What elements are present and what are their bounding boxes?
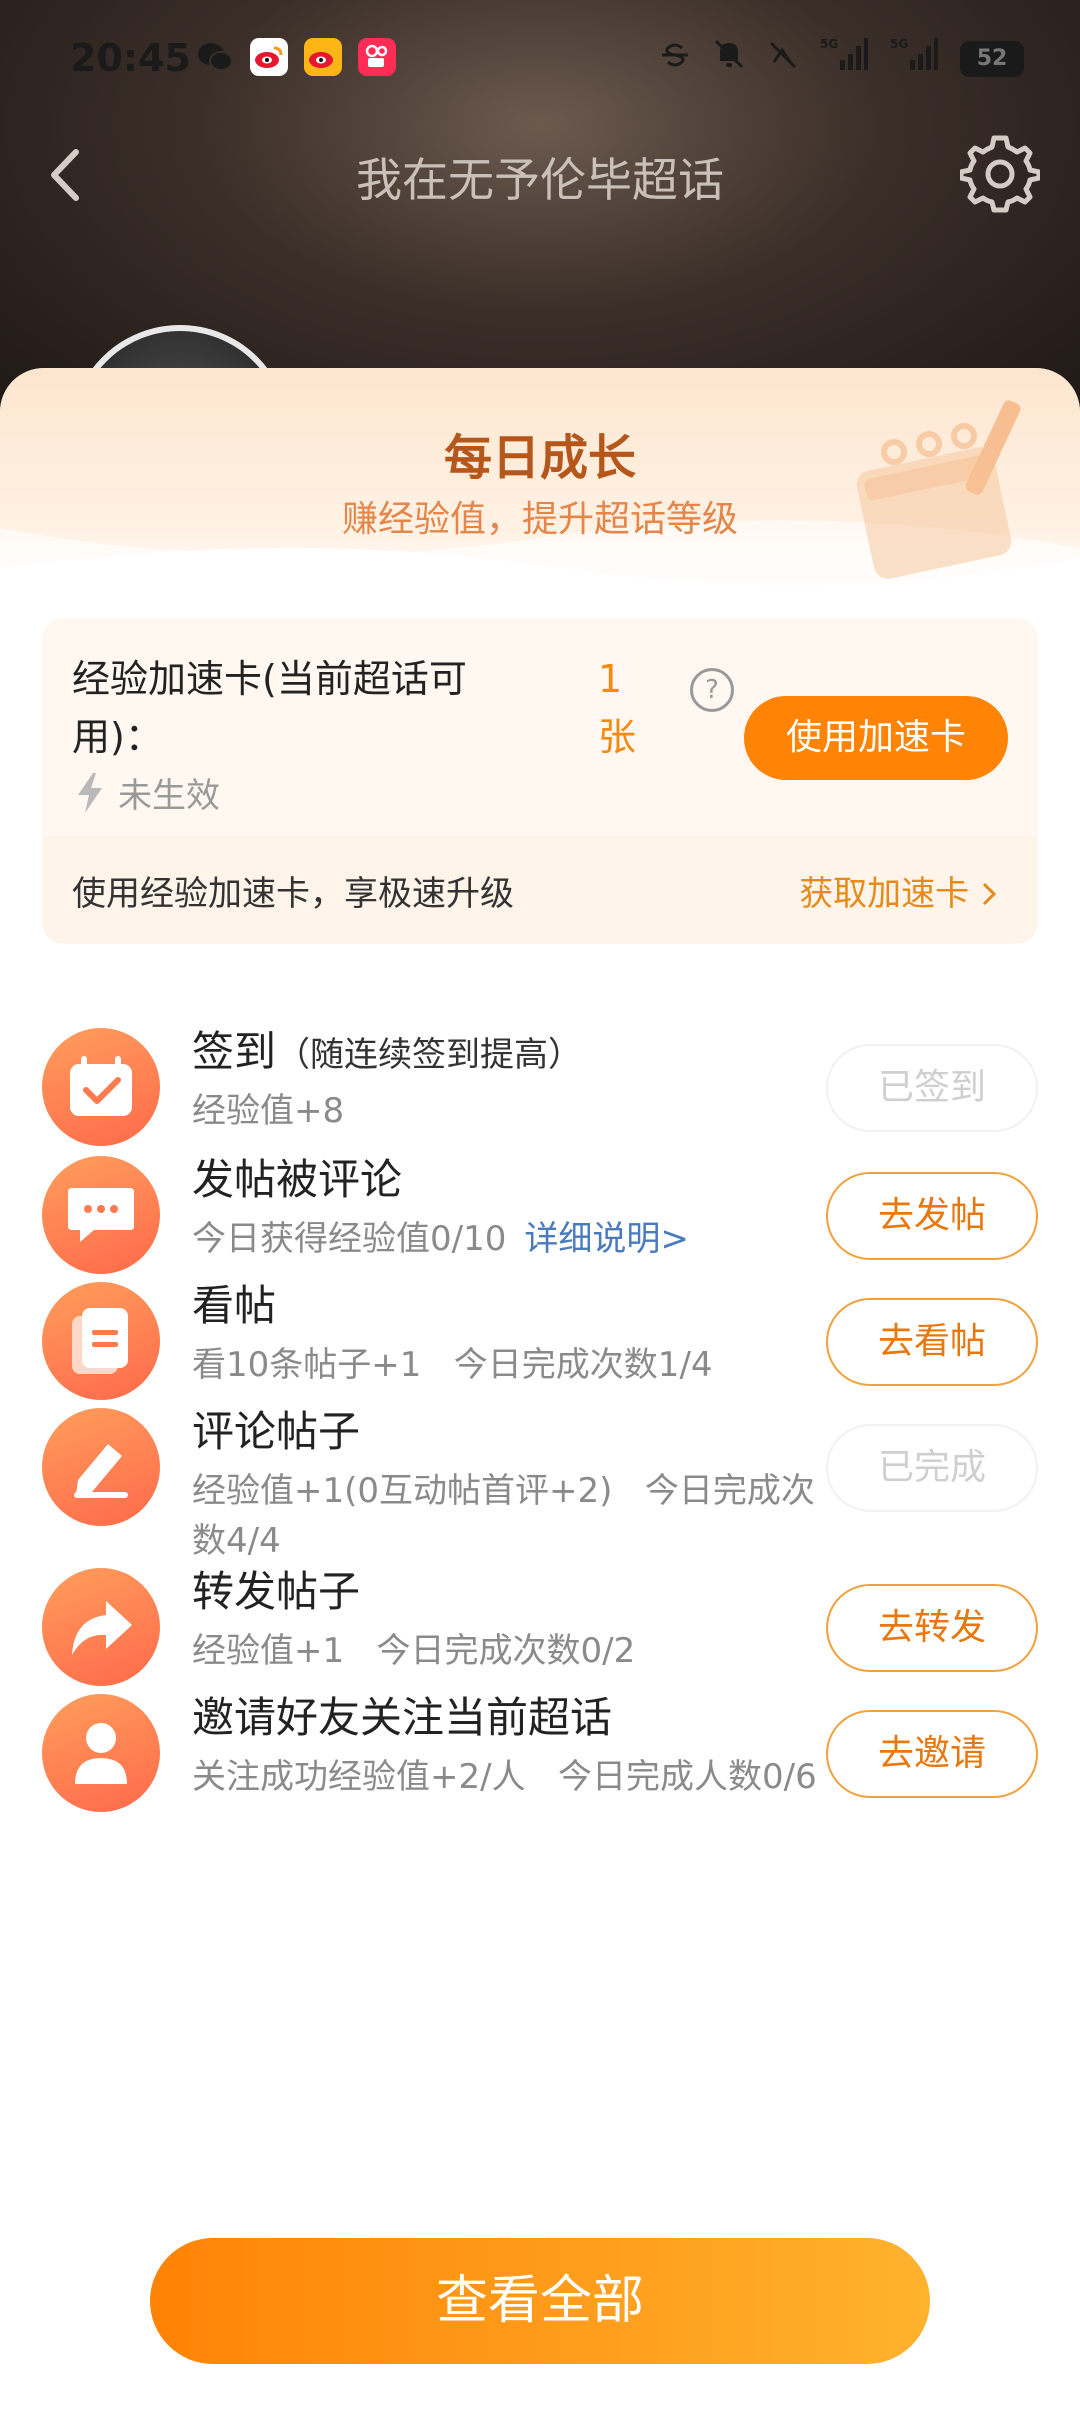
sheet-title: 每日成长: [443, 430, 636, 486]
task-action-button[interactable]: 已签到: [826, 1044, 1038, 1132]
calendar-check-icon: [42, 1028, 160, 1146]
accelerator-status-text: 未生效: [118, 776, 220, 816]
view-all-button[interactable]: 查看全部: [150, 2238, 930, 2364]
task-row: 邀请好友关注当前超话关注成功经验值+2/人 今日完成人数0/6 去邀请: [0, 1674, 1080, 1834]
accelerator-count: 1 张: [598, 657, 637, 759]
task-title: 邀请好友关注当前超话: [192, 1684, 612, 1745]
document-icon: [42, 1282, 160, 1400]
settings-button[interactable]: [958, 134, 1042, 214]
sheet-subtitle: 赚经验值，提升超话等级: [341, 499, 738, 540]
lightning-icon: [78, 772, 102, 813]
task-description-text: 关注成功经验值+2/人 今日完成人数0/6: [192, 1757, 817, 1797]
signal-5g-icon: 5G: [820, 36, 868, 81]
task-description-text: 看10条帖子+1 今日完成次数1/4: [192, 1345, 713, 1385]
accelerator-promo-text: 使用经验加速卡，享极速升级: [72, 874, 514, 914]
signal-5g-2-icon: 5G: [890, 36, 938, 81]
task-title: 转发帖子: [192, 1558, 360, 1619]
battery-indicator: 52: [960, 40, 1024, 77]
task-description: 今日获得经验值0/10 详细说明>: [192, 1214, 832, 1264]
chat-bubble-icon: [42, 1156, 160, 1274]
task-title-text: 评论帖子: [192, 1407, 361, 1456]
share-arrow-icon: [42, 1568, 160, 1686]
task-title-text: 转发帖子: [192, 1567, 361, 1616]
get-accelerator-label: 获取加速卡: [799, 874, 970, 914]
accelerator-card: 经验加速卡(当前超话可用)： 1 张 ? 使用加速卡 未生效 使用经验加速卡，享…: [42, 618, 1038, 944]
wechat-icon: [196, 38, 234, 76]
task-action-button[interactable]: 去发帖: [826, 1172, 1038, 1260]
task-title: 评论帖子: [192, 1398, 360, 1459]
task-action-button[interactable]: 去转发: [826, 1584, 1038, 1672]
task-title-text: 发帖被评论: [192, 1155, 403, 1204]
accelerator-status: 未生效: [76, 768, 220, 817]
daily-growth-sheet: 每日成长 赚经验值，提升超话等级 经验加速卡(当前超话可用)： 1 张 ? 使用…: [0, 368, 1080, 2412]
nav-bar: 我在无予伦毕超话: [0, 120, 1080, 230]
edit-icon: [42, 1408, 160, 1526]
page-title: 我在无予伦毕超话: [356, 153, 724, 207]
task-description: 看10条帖子+1 今日完成次数1/4: [192, 1340, 832, 1390]
accelerator-label: 经验加速卡(当前超话可用)：: [72, 657, 467, 759]
person-icon: [42, 1694, 160, 1812]
kuaishou-icon: [358, 38, 396, 76]
task-action-button[interactable]: 去看帖: [826, 1298, 1038, 1386]
system-indicators: 5G 5G 52: [660, 36, 1024, 81]
notification-icons: [196, 38, 396, 76]
task-description: 经验值+1 今日完成次数0/2: [192, 1626, 832, 1676]
status-bar: 20:45 5G 5G 52: [0, 0, 1080, 120]
task-action-button[interactable]: 去邀请: [826, 1710, 1038, 1798]
task-title-text: 看帖: [192, 1281, 277, 1330]
task-description-text: 今日获得经验值0/10: [192, 1219, 507, 1259]
task-title-hint: （随连续签到提高）: [276, 1035, 583, 1075]
task-title: 发帖被评论: [192, 1146, 402, 1207]
task-title: 签到（随连续签到提高）: [192, 1018, 582, 1079]
strike-icon: [660, 39, 690, 79]
help-icon[interactable]: ?: [690, 668, 734, 712]
nfc-icon: [768, 39, 798, 79]
task-row: 评论帖子 经验值+1(0互动帖首评+2) 今日完成次数4/4 已完成: [0, 1388, 1080, 1561]
task-title-text: 签到: [192, 1027, 277, 1076]
use-accelerator-button[interactable]: 使用加速卡: [744, 696, 1008, 780]
task-title: 看帖: [192, 1272, 276, 1333]
task-description-text: 经验值+8: [192, 1091, 345, 1131]
status-time: 20:45: [70, 36, 191, 80]
gear-icon: [958, 135, 1042, 213]
svg-text:5G: 5G: [890, 37, 908, 51]
mute-icon: [712, 37, 746, 80]
task-description: 经验值+8: [192, 1086, 832, 1136]
task-description-text: 经验值+1 今日完成次数0/2: [192, 1631, 636, 1671]
sheet-header: 每日成长 赚经验值，提升超话等级: [0, 368, 1080, 608]
task-title-text: 邀请好友关注当前超话: [192, 1693, 613, 1742]
task-action-button[interactable]: 已完成: [826, 1424, 1038, 1512]
svg-text:5G: 5G: [820, 37, 838, 51]
weibo-icon: [250, 38, 288, 76]
details-link[interactable]: 详细说明>: [524, 1219, 689, 1259]
task-description: 关注成功经验值+2/人 今日完成人数0/6: [192, 1752, 832, 1802]
weibo-alt-icon: [304, 38, 342, 76]
get-accelerator-link[interactable]: 获取加速卡: [799, 866, 998, 915]
chevron-right-icon: [982, 882, 997, 906]
